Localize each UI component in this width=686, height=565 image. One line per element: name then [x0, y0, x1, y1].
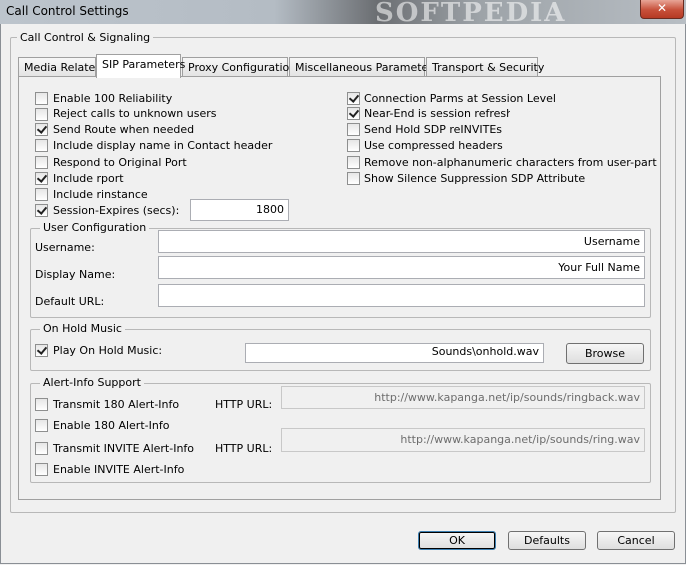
silence-suppression-checkbox[interactable] — [347, 172, 360, 185]
display-name-label: Display Name: — [35, 268, 116, 281]
http-url-label-1: HTTP URL: — [215, 398, 273, 411]
browse-button[interactable]: Browse — [566, 343, 644, 364]
send-hold-sdp-checkbox[interactable] — [347, 123, 360, 136]
send-route-label: Send Route when needed — [53, 123, 195, 136]
tab-media-related[interactable]: Media Related — [18, 57, 102, 77]
ok-button[interactable]: OK — [418, 531, 496, 550]
enable-180-checkbox[interactable] — [35, 419, 48, 432]
tab-miscellaneous-parameters[interactable]: Miscellaneous Parameters — [289, 57, 439, 77]
tab-proxy-configuration[interactable]: Proxy Configuration — [182, 57, 296, 77]
on-hold-music-label: On Hold Music — [40, 322, 125, 335]
ring-url-input[interactable]: http://www.kapanga.net/ip/sounds/ring.wa… — [281, 428, 645, 452]
enable-100-reliability-label: Enable 100 Reliability — [53, 92, 173, 105]
send-hold-sdp-label: Send Hold SDP reINVITEs — [364, 123, 503, 136]
include-rinstance-label: Include rinstance — [53, 188, 148, 201]
transmit-invite-checkbox[interactable] — [35, 442, 48, 455]
compressed-headers-checkbox[interactable] — [347, 139, 360, 152]
transmit-180-checkbox[interactable] — [35, 398, 48, 411]
play-on-hold-checkbox[interactable] — [35, 344, 48, 357]
default-url-label: Default URL: — [35, 295, 105, 308]
reject-unknown-users-label: Reject calls to unknown users — [53, 107, 217, 120]
username-input[interactable]: Username — [158, 230, 645, 253]
near-end-refresher-checkbox[interactable] — [347, 107, 360, 120]
tab-transport-security[interactable]: Transport & Security — [426, 57, 544, 77]
silence-suppression-label: Show Silence Suppression SDP Attribute — [364, 172, 586, 185]
display-name-input[interactable]: Your Full Name — [158, 256, 645, 279]
call-control-group-label: Call Control & Signaling — [17, 31, 154, 44]
include-rinstance-checkbox[interactable] — [35, 188, 48, 201]
ringback-url-input[interactable]: http://www.kapanga.net/ip/sounds/ringbac… — [281, 386, 645, 409]
close-button[interactable]: ✕ — [640, 0, 684, 19]
tab-label: Media Related — [24, 61, 103, 74]
cancel-button[interactable]: Cancel — [597, 531, 675, 550]
enable-100-reliability-checkbox[interactable] — [35, 92, 48, 105]
user-configuration-label: User Configuration — [40, 221, 150, 234]
default-url-input[interactable] — [158, 284, 645, 307]
window-title: Call Control Settings — [6, 4, 129, 18]
tab-label: Miscellaneous Parameters — [295, 61, 439, 74]
connection-parms-label: Connection Parms at Session Level — [364, 92, 556, 105]
alert-info-label: Alert-Info Support — [40, 376, 144, 389]
reject-unknown-users-checkbox[interactable] — [35, 108, 48, 121]
defaults-button[interactable]: Defaults — [508, 531, 586, 550]
http-url-label-2: HTTP URL: — [215, 442, 273, 455]
tab-label: Transport & Security — [432, 61, 545, 74]
enable-invite-checkbox[interactable] — [35, 463, 48, 476]
near-end-refresher-label: Near-End is session refresher — [364, 107, 510, 120]
include-display-name-label: Include display name in Contact header — [53, 139, 273, 152]
transmit-invite-label: Transmit INVITE Alert-Info — [53, 442, 195, 455]
tab-sip-parameters[interactable]: SIP Parameters — [96, 54, 185, 78]
tab-label: Proxy Configuration — [188, 61, 297, 74]
username-label: Username: — [35, 241, 95, 254]
remove-non-alphanumeric-label: Remove non-alphanumeric characters from … — [364, 156, 657, 169]
on-hold-file-input[interactable]: Sounds\onhold.wav — [245, 343, 544, 363]
title-bar: SOFTPEDIA Call Control Settings ✕ — [0, 0, 686, 28]
include-rport-checkbox[interactable] — [35, 172, 48, 185]
play-on-hold-label: Play On Hold Music: — [53, 344, 163, 357]
enable-180-label: Enable 180 Alert-Info — [53, 419, 170, 432]
remove-non-alphanumeric-checkbox[interactable] — [347, 156, 360, 169]
include-display-name-checkbox[interactable] — [35, 139, 48, 152]
session-expires-checkbox[interactable] — [35, 204, 48, 217]
compressed-headers-label: Use compressed headers — [364, 139, 503, 152]
session-expires-label: Session-Expires (secs): — [53, 204, 180, 217]
respond-original-port-checkbox[interactable] — [35, 156, 48, 169]
send-route-checkbox[interactable] — [35, 123, 48, 136]
connection-parms-checkbox[interactable] — [347, 92, 360, 105]
include-rport-label: Include rport — [53, 172, 124, 185]
transmit-180-label: Transmit 180 Alert-Info — [53, 398, 180, 411]
tab-label: SIP Parameters — [102, 58, 186, 71]
respond-original-port-label: Respond to Original Port — [53, 156, 187, 169]
session-expires-input[interactable]: 1800 — [190, 199, 289, 221]
enable-invite-label: Enable INVITE Alert-Info — [53, 463, 185, 476]
